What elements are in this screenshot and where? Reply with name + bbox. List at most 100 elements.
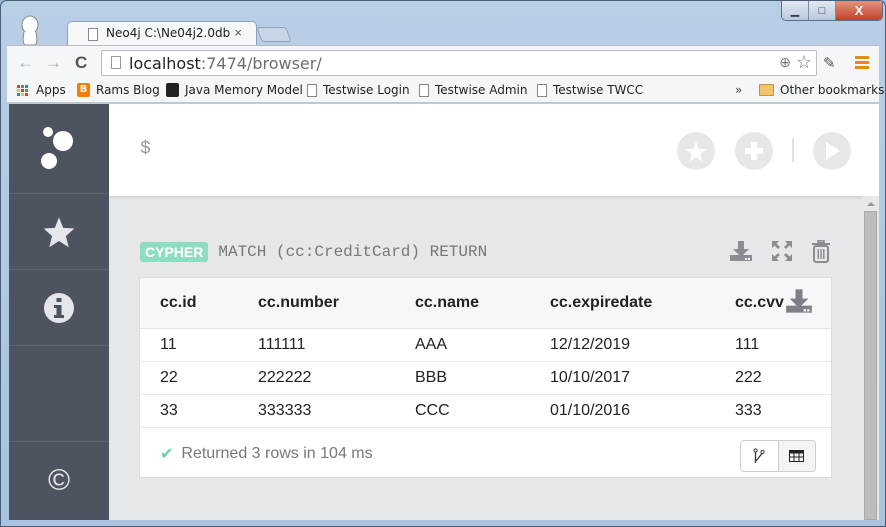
bookmark-other-bookmarks[interactable]: Other bookmarks	[759, 83, 884, 97]
table-row: 22 222222 BBB 10/10/2017 222	[140, 361, 831, 395]
zoom-icon[interactable]: ⊕	[779, 54, 791, 71]
neo4j-browser: © $ CYPHER MATCH (cc:CreditCard) RETURN	[9, 104, 879, 520]
page-icon	[537, 83, 547, 97]
table-cell: 10/10/2017	[530, 361, 715, 395]
column-header: cc.expiredate	[530, 278, 715, 329]
blogger-icon: B	[77, 83, 90, 97]
reload-button[interactable]: C	[75, 53, 87, 73]
table-cell: 111	[715, 328, 831, 362]
url-text: localhost:7474/browser/	[129, 54, 322, 73]
close-window-button[interactable]: X	[836, 1, 882, 20]
copyright-icon: ©	[47, 464, 71, 497]
play-icon	[826, 142, 840, 160]
table-header-row: cc.id cc.number cc.name cc.expiredate cc…	[140, 278, 831, 329]
maximize-button[interactable]: □	[809, 1, 836, 20]
browser-tab[interactable]: Neo4j C:\Ne04j2.0db ×	[67, 21, 257, 47]
query-editor[interactable]: $	[109, 104, 879, 196]
info-icon	[44, 292, 74, 323]
sidebar-item-about[interactable]: ©	[9, 442, 109, 520]
star-icon	[685, 141, 707, 162]
profile-avatar-icon[interactable]	[19, 15, 41, 45]
result-status: ✔ Returned 3 rows in 104 ms	[160, 444, 373, 464]
address-bar[interactable]: localhost:7474/browser/ ⊕ ☆	[101, 50, 817, 76]
table-cell: CCC	[395, 394, 530, 428]
result-frame: CYPHER MATCH (cc:CreditCard) RETURN cc.i…	[109, 196, 863, 520]
folder-icon	[759, 84, 774, 96]
bookmark-label: Rams Blog	[96, 83, 160, 97]
bookmark-label: Java Memory Model	[185, 83, 303, 97]
sidebar: ©	[9, 104, 109, 520]
bookmark-label: Testwise Login	[323, 83, 410, 97]
cypher-badge: CYPHER	[140, 242, 209, 262]
scroll-up-arrow-icon[interactable]	[867, 202, 875, 206]
table-row: 33 333333 CCC 01/10/2016 333	[140, 394, 831, 428]
bookmarks-overflow-button[interactable]: »	[735, 83, 742, 97]
check-icon: ✔	[160, 446, 174, 463]
table-cell: 111111	[238, 328, 395, 362]
minimize-button[interactable]: ▁	[782, 1, 809, 20]
bookmark-testwise-login[interactable]: Testwise Login	[307, 83, 410, 97]
column-header: cc.number	[238, 278, 395, 329]
apps-grid-icon	[17, 84, 30, 96]
browser-toolbar: ← → C localhost:7474/browser/ ⊕ ☆ ✎	[7, 45, 879, 79]
eyedropper-extension-icon[interactable]: ✎	[823, 54, 836, 72]
frame-query[interactable]: MATCH (cc:CreditCard) RETURN	[218, 243, 487, 261]
sidebar-spacer	[9, 346, 109, 442]
bookmark-label: Apps	[36, 83, 66, 97]
favorite-query-button[interactable]	[677, 132, 715, 170]
table-view-button[interactable]	[778, 441, 815, 471]
table-cell: AAA	[395, 328, 530, 362]
bookmark-java-memory-model[interactable]: Java Memory Model	[166, 83, 303, 97]
bookmark-apps[interactable]: Apps	[17, 83, 66, 97]
bookmark-star-icon[interactable]: ☆	[796, 52, 812, 73]
scrollbar-thumb[interactable]	[864, 211, 877, 520]
vertical-scrollbar[interactable]	[863, 196, 879, 520]
window-controls: ▁ □ X	[781, 1, 883, 21]
tab-close-icon[interactable]: ×	[234, 25, 242, 40]
table-row: 11 111111 AAA 12/12/2019 111	[140, 328, 831, 362]
trash-icon[interactable]	[811, 240, 831, 263]
export-csv-icon[interactable]	[785, 288, 813, 314]
expand-icon[interactable]	[771, 240, 793, 262]
sidebar-item-info[interactable]	[9, 270, 109, 346]
column-header: cc.cvv	[715, 278, 831, 329]
column-header: cc.id	[140, 278, 238, 329]
page-icon	[111, 56, 121, 69]
neo4j-logo[interactable]	[9, 104, 109, 194]
table-cell: 11	[140, 328, 238, 362]
sidebar-item-favorites[interactable]	[9, 194, 109, 270]
bookmark-rams-blog[interactable]: B Rams Blog	[77, 83, 160, 97]
table-cell: 12/12/2019	[530, 328, 715, 362]
neo4j-logo-icon	[41, 126, 73, 169]
graph-view-button[interactable]	[741, 441, 779, 471]
forward-button[interactable]: →	[45, 53, 62, 73]
bookmark-label: Testwise TWCC	[553, 83, 644, 97]
result-table-panel: cc.id cc.number cc.name cc.expiredate cc…	[139, 277, 832, 478]
bookmark-label: Testwise Admin	[435, 83, 528, 97]
chrome-menu-icon[interactable]	[855, 56, 869, 71]
url-host: localhost	[129, 54, 201, 73]
new-tab-button[interactable]	[256, 27, 292, 42]
table-cell: 333333	[238, 394, 395, 428]
editor-prompt: $	[140, 139, 151, 159]
table-cell: 22	[140, 361, 238, 395]
bookmark-testwise-twcc[interactable]: Testwise TWCC	[537, 83, 643, 97]
url-path: :7474/browser/	[200, 54, 322, 73]
table-cell: 222	[715, 361, 831, 395]
tab-strip: Neo4j C:\Ne04j2.0db × ▁ □ X	[1, 1, 886, 47]
back-button[interactable]: ←	[17, 53, 34, 73]
table-cell: 33	[140, 394, 238, 428]
table-cell: 333	[715, 394, 831, 428]
page-icon	[88, 28, 98, 41]
bookmarks-bar: Apps B Rams Blog Java Memory Model Testw…	[7, 79, 884, 103]
run-query-button[interactable]	[813, 132, 851, 170]
page-icon	[307, 83, 317, 97]
plus-icon	[745, 142, 763, 160]
bookmark-testwise-admin[interactable]: Testwise Admin	[419, 83, 527, 97]
result-table: cc.id cc.number cc.name cc.expiredate cc…	[140, 278, 831, 428]
table-cell: BBB	[395, 361, 530, 395]
download-icon[interactable]	[729, 240, 753, 262]
table-icon	[789, 450, 805, 462]
column-header: cc.name	[395, 278, 530, 329]
new-query-button[interactable]	[735, 132, 773, 170]
